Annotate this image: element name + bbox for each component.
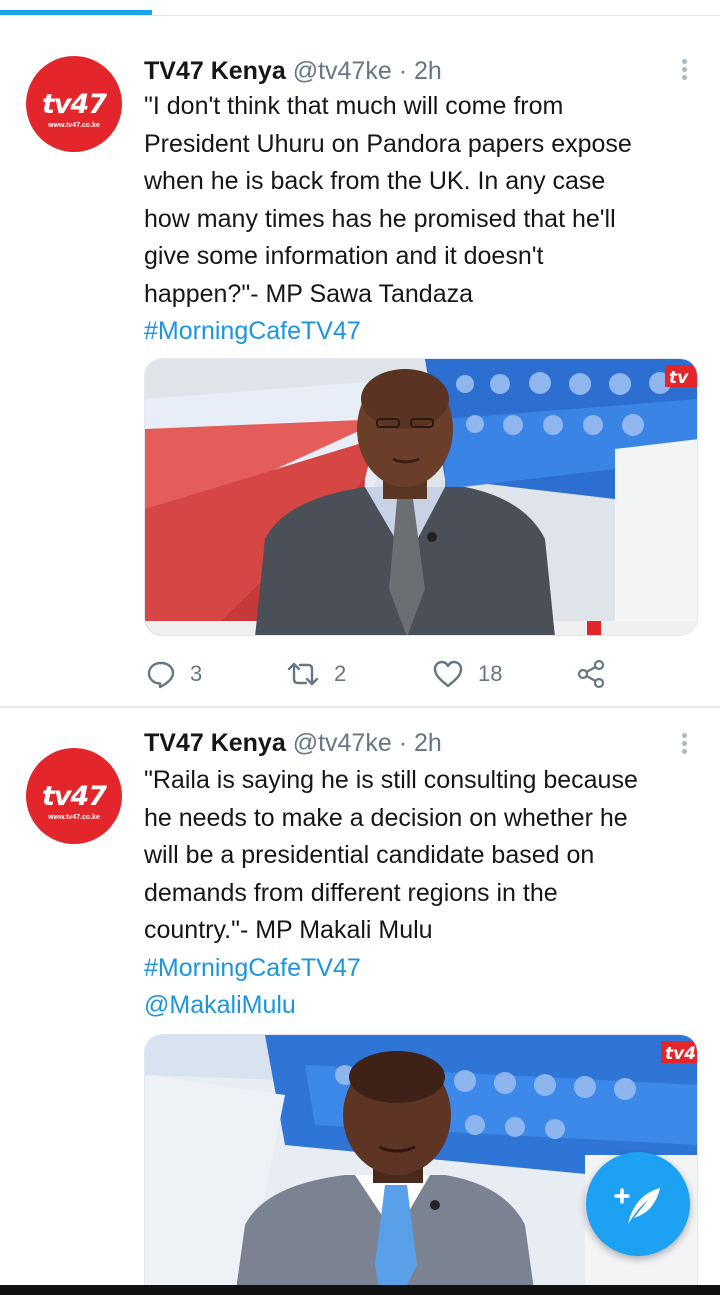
like-button[interactable]: 18 <box>432 654 502 694</box>
author-name[interactable]: TV47 Kenya <box>144 729 286 757</box>
top-tab-indicator <box>0 0 720 18</box>
avatar-url: www.tv47.co.ke <box>48 122 100 129</box>
header-divider <box>0 15 720 16</box>
more-vertical-icon[interactable] <box>674 730 694 758</box>
system-nav-bar <box>0 1285 720 1295</box>
reply-button[interactable]: 3 <box>146 654 202 694</box>
avatar-logo: tv47 <box>41 89 107 120</box>
tweet-text: "Raila is saying he is still consulting … <box>144 766 638 944</box>
avatar[interactable]: tv47 www.tv47.co.ke <box>26 748 122 844</box>
hashtag-link[interactable]: #MorningCafeTV47 <box>144 950 361 988</box>
svg-text:tv4: tv4 <box>665 1044 696 1064</box>
retweet-icon <box>287 662 319 686</box>
reply-icon <box>147 661 175 689</box>
studio-photo: tv <box>145 359 697 635</box>
author-handle[interactable]: @tv47ke <box>293 57 392 85</box>
reply-count: 3 <box>190 661 203 686</box>
avatar[interactable]: tv47 www.tv47.co.ke <box>26 56 122 152</box>
retweet-count: 2 <box>334 661 347 686</box>
svg-text:tv: tv <box>669 368 689 388</box>
mention-link[interactable]: @MakaliMulu <box>144 987 296 1025</box>
tweet-media-image[interactable]: tv <box>144 358 698 636</box>
author-handle[interactable]: @tv47ke <box>293 729 392 757</box>
tweet-actions: 3 2 18 <box>144 654 704 694</box>
heart-icon <box>433 660 463 688</box>
hashtag-link[interactable]: #MorningCafeTV47 <box>144 313 361 351</box>
share-button[interactable] <box>576 654 606 694</box>
more-vertical-icon[interactable] <box>674 56 694 84</box>
like-count: 18 <box>478 661 503 686</box>
tweet-header: TV47 Kenya @tv47ke · 2h <box>144 726 442 760</box>
separator: · <box>398 57 408 85</box>
tweet-header: TV47 Kenya @tv47ke · 2h <box>144 54 442 88</box>
share-icon <box>577 659 605 689</box>
separator: · <box>398 729 408 757</box>
tweet-time[interactable]: 2h <box>414 729 442 757</box>
avatar-url: www.tv47.co.ke <box>48 814 100 821</box>
tweet-text: "I don't think that much will come from … <box>144 92 632 308</box>
author-name[interactable]: TV47 Kenya <box>144 57 286 85</box>
tweet-time[interactable]: 2h <box>414 57 442 85</box>
compose-tweet-button[interactable] <box>586 1152 690 1256</box>
tweet-divider <box>0 706 720 708</box>
tweet-card[interactable]: tv47 www.tv47.co.ke TV47 Kenya @tv47ke ·… <box>0 18 720 708</box>
retweet-button[interactable]: 2 <box>286 654 346 694</box>
compose-tweet-icon <box>614 1188 660 1224</box>
avatar-logo: tv47 <box>41 781 107 812</box>
